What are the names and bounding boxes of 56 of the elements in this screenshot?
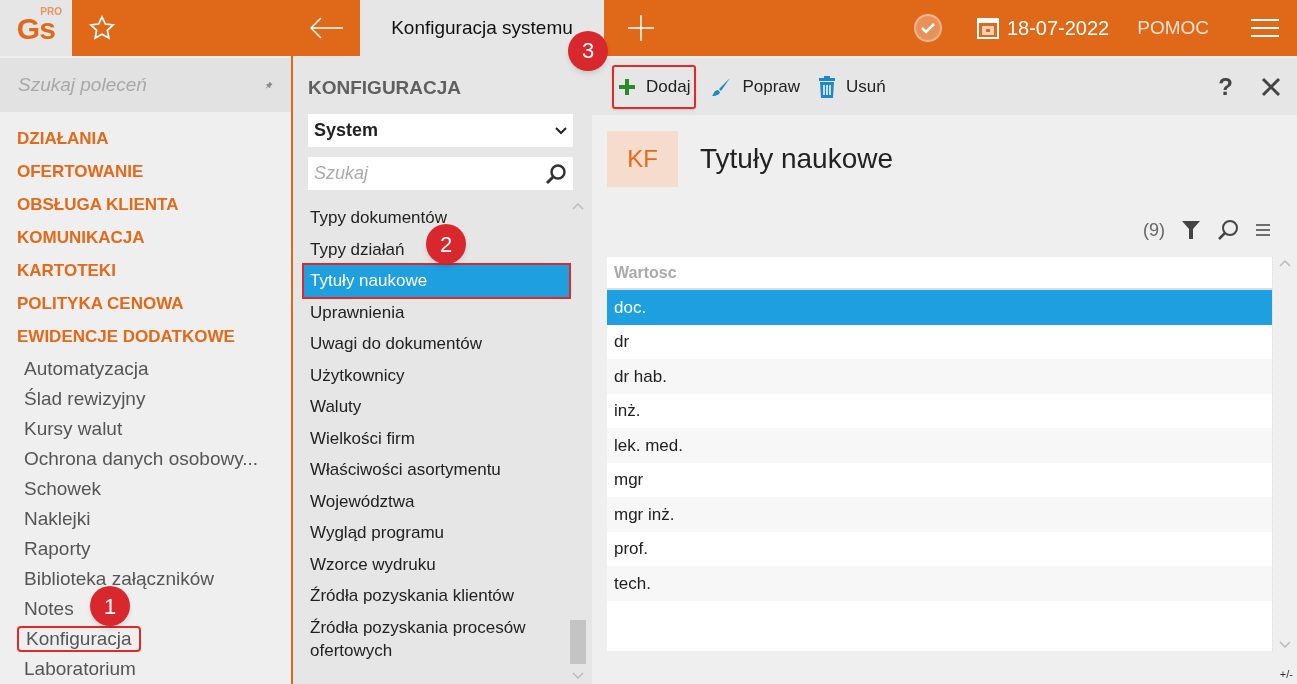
sidebar-item[interactable]: Ochrona danych osobowy... xyxy=(17,444,266,474)
search-input[interactable]: Szukaj poleceń xyxy=(18,70,265,100)
list-item[interactable]: Uprawnienia xyxy=(304,296,411,328)
step-badge: 2 xyxy=(426,224,466,264)
list-item[interactable]: Waluty xyxy=(304,391,368,423)
list-item[interactable]: Źródła pozyskania klientów xyxy=(304,580,521,612)
sidebar-item[interactable]: Raporty xyxy=(17,534,98,564)
search-box[interactable]: Szukaj xyxy=(308,157,573,190)
search-box[interactable]: Szukaj poleceń xyxy=(0,58,291,112)
list-item[interactable]: Wzorce wydruku xyxy=(304,548,442,580)
back-arrow-icon[interactable] xyxy=(310,17,344,39)
module-badge: KF xyxy=(607,131,678,187)
page-title: Tytuły naukowe xyxy=(700,142,893,176)
menu-icon[interactable] xyxy=(1255,223,1271,237)
sidebar-item[interactable]: Kursy walut xyxy=(17,414,130,444)
trash-icon xyxy=(818,75,837,98)
toolbar-button[interactable]: Popraw xyxy=(706,64,805,109)
star-icon[interactable] xyxy=(88,14,116,42)
zoom-toggle[interactable]: +/- xyxy=(1279,665,1293,682)
chevron-down-icon xyxy=(555,126,567,135)
step-badge: 1 xyxy=(90,586,130,626)
sidebar-item[interactable]: Automatyzacja xyxy=(17,354,156,384)
sidebar-item[interactable]: Naklejki xyxy=(17,504,98,534)
list-item[interactable]: Właściwości asortymentu xyxy=(304,454,507,486)
category-select[interactable]: System xyxy=(308,114,573,147)
sidebar-item[interactable]: Ślad rewizyjny xyxy=(17,384,153,414)
close-icon[interactable] xyxy=(1261,76,1281,97)
sidebar-item[interactable]: Laboratorium xyxy=(17,654,143,684)
panel-title: KONFIGURACJA xyxy=(308,76,463,100)
search-icon[interactable] xyxy=(1217,219,1239,241)
sidebar-item[interactable]: Schowek xyxy=(17,474,109,504)
date-text: 18-07-2022 xyxy=(1006,16,1110,41)
list-item[interactable]: Źródła pozyskania procesów ofertowych xyxy=(304,611,569,667)
calendar-icon xyxy=(976,17,999,39)
help-button[interactable]: ? xyxy=(1218,68,1233,105)
table-row[interactable]: tech. xyxy=(607,566,1272,601)
list-item[interactable]: Użytkownicy xyxy=(304,359,411,391)
table-row[interactable]: dr hab. xyxy=(607,359,1272,394)
table-row[interactable]: lek. med. xyxy=(607,428,1272,463)
table-row[interactable]: mgr inż. xyxy=(607,497,1272,532)
sidebar-item[interactable]: Notes xyxy=(17,594,81,624)
search-icon[interactable] xyxy=(545,162,567,185)
list-item[interactable]: Wielkości firm xyxy=(304,422,421,454)
filter-icon[interactable] xyxy=(1181,220,1201,240)
list-item[interactable]: Wygląd programu xyxy=(304,517,451,549)
plus-icon xyxy=(618,77,636,96)
plus-icon[interactable] xyxy=(628,15,654,41)
list-item[interactable]: Typy działań xyxy=(304,233,411,265)
list-item[interactable]: Uwagi do dokumentów xyxy=(304,328,488,360)
check-circle-icon[interactable] xyxy=(912,13,943,43)
toolbar-button[interactable]: Dodaj xyxy=(612,64,697,109)
search-input[interactable]: Szukaj xyxy=(314,160,545,187)
list-item[interactable]: Województwa xyxy=(304,485,421,517)
toolbar-button[interactable]: Usuń xyxy=(814,64,890,109)
record-count: (9) xyxy=(1143,218,1165,242)
scrollbar-thumb[interactable] xyxy=(570,620,586,664)
